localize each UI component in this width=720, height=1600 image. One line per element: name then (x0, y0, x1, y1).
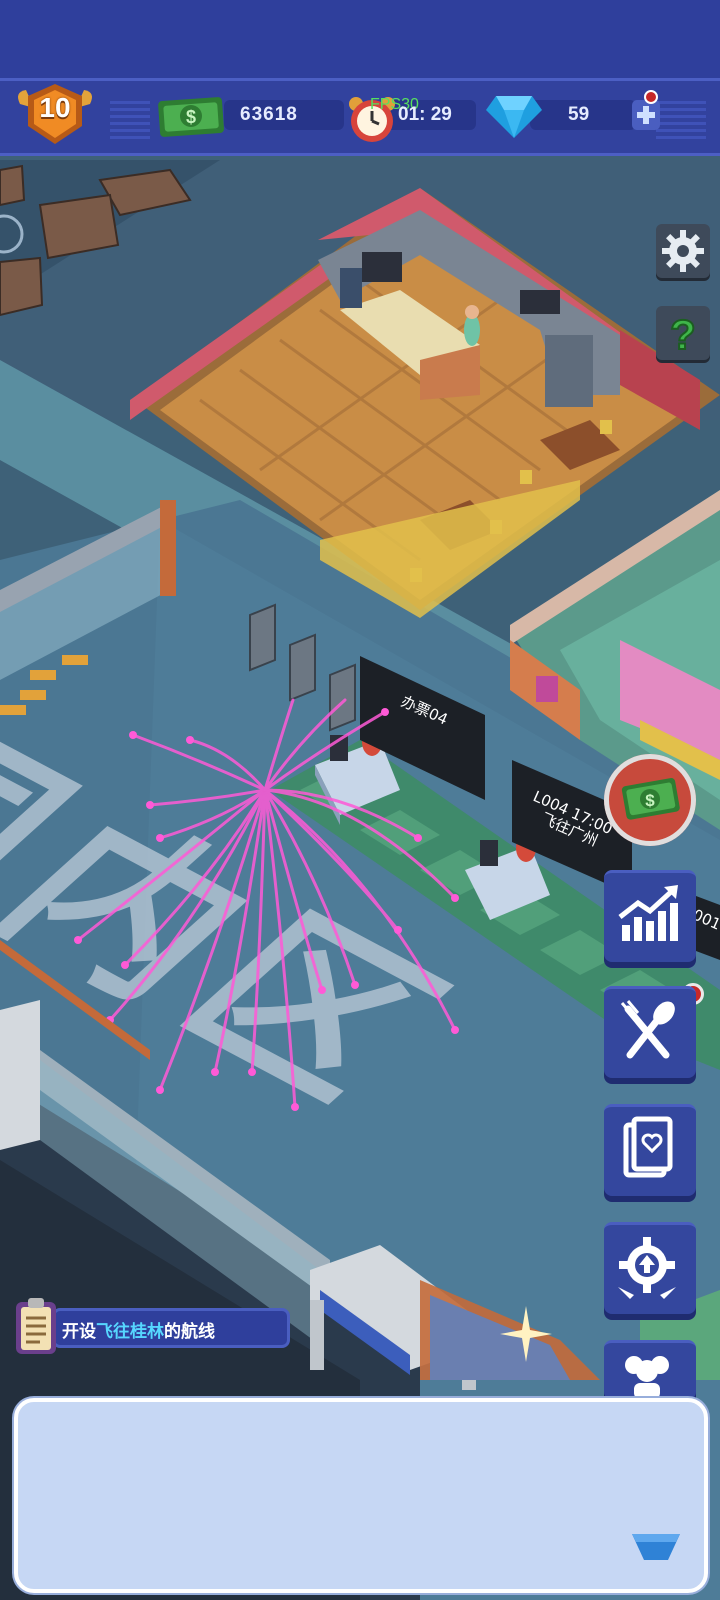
stats-chart-icon (618, 885, 678, 941)
restaurant-button[interactable] (604, 986, 696, 1078)
svg-text:$: $ (645, 791, 655, 810)
restaurant-icon (620, 1000, 675, 1059)
help-button[interactable]: ? (656, 306, 710, 360)
notification-dot (644, 90, 658, 104)
money-amount: 63618 (240, 104, 298, 125)
help-question-icon: ? (669, 310, 697, 359)
quest-text-suffix: 的航线 (164, 1322, 215, 1342)
cash-icon: $ (158, 97, 224, 137)
upgrade-gear-icon (618, 1237, 676, 1299)
quest-text: 开设飞往桂林的航线 (62, 1317, 215, 1342)
svg-text:$: $ (186, 107, 196, 127)
add-gems-button[interactable] (632, 100, 660, 130)
gem-count: 59 (568, 104, 590, 125)
statistics-button[interactable] (604, 870, 696, 962)
hud-decoration (110, 101, 150, 139)
collect-money-icon: $ (621, 778, 680, 820)
dropdown-arrow-icon[interactable] (628, 1530, 684, 1566)
quest-destination: 飞往桂林 (96, 1322, 164, 1342)
dialog-panel[interactable] (14, 1398, 708, 1593)
timer-value: 01: 29 (398, 104, 452, 125)
upgrade-button[interactable] (604, 1222, 696, 1314)
collect-money-button[interactable]: $ (604, 754, 696, 846)
quest-text-prefix: 开设 (62, 1322, 96, 1342)
hud-decoration (656, 101, 706, 139)
settings-button[interactable] (656, 224, 710, 278)
staff-button[interactable] (604, 1340, 696, 1400)
status-area (0, 0, 720, 78)
settings-gear-icon (662, 230, 704, 272)
staff-icon (625, 1356, 669, 1399)
guide-book-button[interactable] (604, 1104, 696, 1196)
svg-text:?: ? (670, 311, 696, 358)
plus-icon (637, 106, 655, 124)
quest-clipboard-icon (16, 1298, 56, 1354)
guide-book-icon (623, 1116, 673, 1178)
diamond-gem-icon (486, 96, 542, 138)
player-level: 10 (39, 92, 71, 123)
